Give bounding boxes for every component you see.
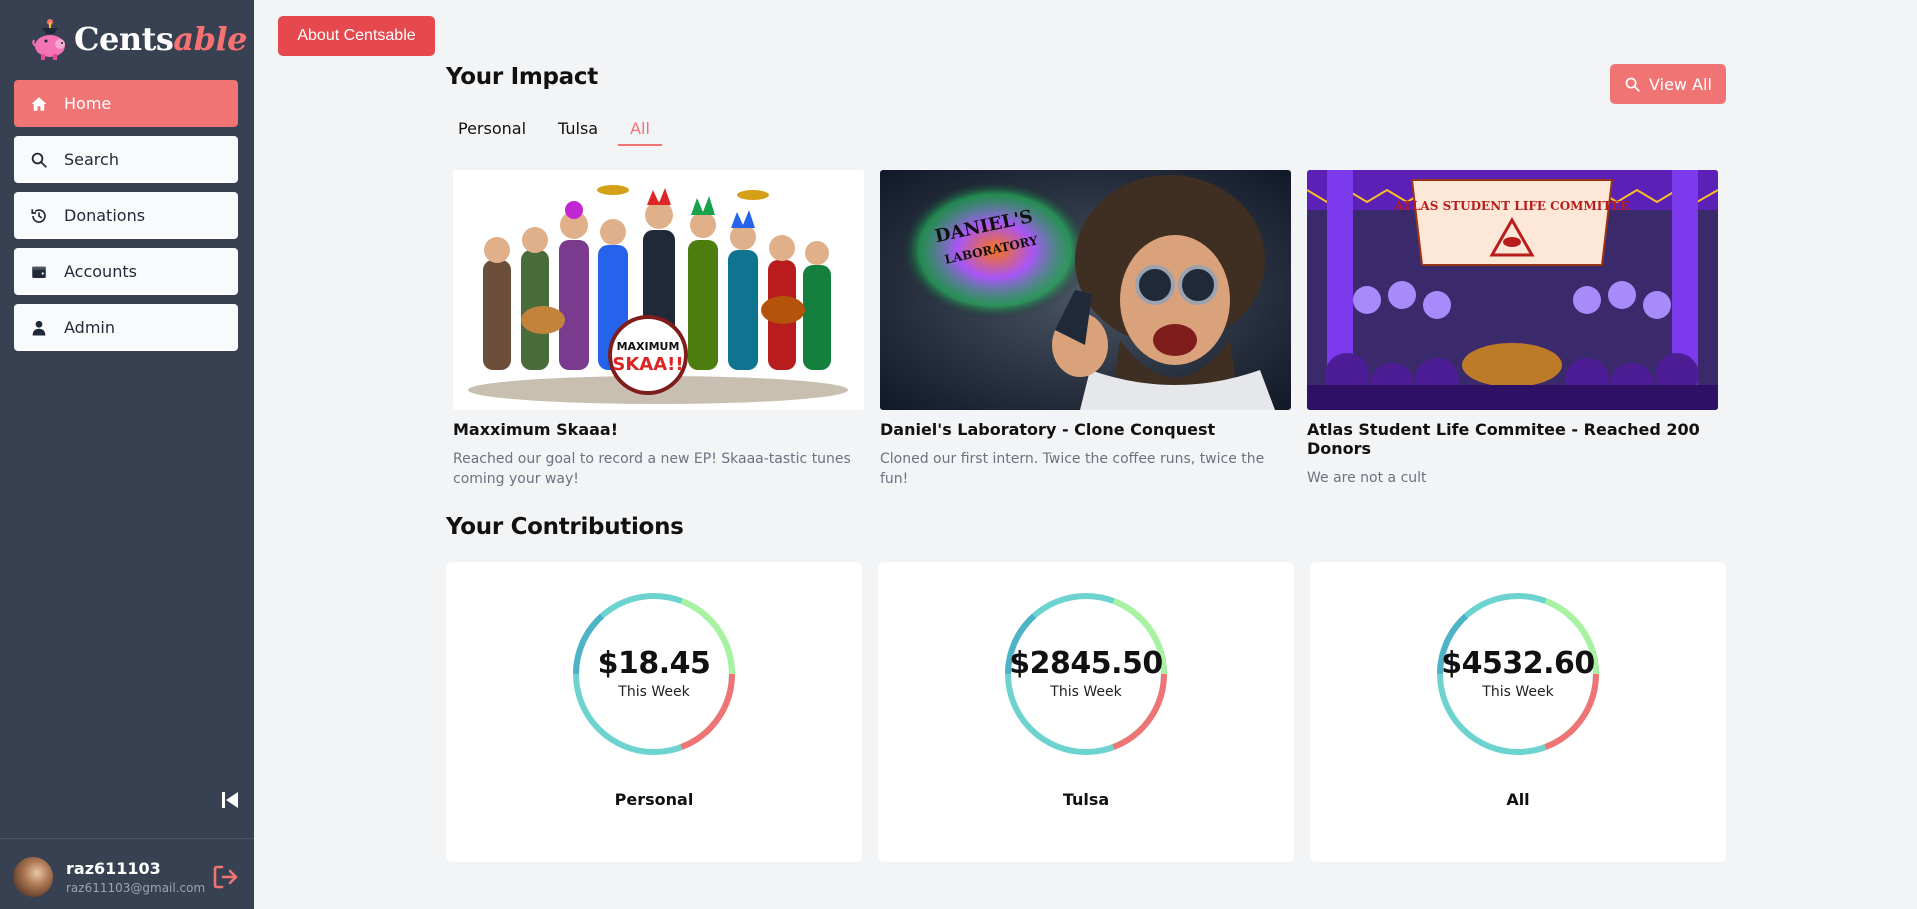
- app-name-part2: able: [173, 20, 248, 58]
- sidebar-item-donations[interactable]: Donations: [14, 192, 238, 239]
- app-logo[interactable]: Centsable: [28, 14, 248, 64]
- impact-card-title: Daniel's Laboratory - Clone Conquest: [880, 420, 1216, 439]
- user-email: raz611103@gmail.com: [66, 881, 206, 895]
- sidebar-item-label: Search: [64, 150, 119, 169]
- impact-card-title: Atlas Student Life Commitee - Reached 20…: [1307, 420, 1700, 458]
- home-icon: [28, 93, 50, 115]
- collapse-sidebar-button[interactable]: [218, 790, 242, 814]
- tab-personal[interactable]: Personal: [446, 116, 538, 146]
- contribution-card: $18.45 This Week Personal: [446, 562, 862, 862]
- contribution-amount: $18.45: [597, 646, 711, 681]
- view-all-button[interactable]: View All: [1610, 64, 1726, 104]
- user-profile: raz611103 raz611103@gmail.com: [0, 838, 254, 909]
- logout-icon: [212, 865, 240, 894]
- impact-title: Your Impact: [446, 64, 598, 90]
- sidebar-item-label: Donations: [64, 206, 146, 225]
- contribution-period: This Week: [1050, 684, 1122, 700]
- contribution-amount: $2845.50: [1009, 646, 1163, 681]
- image-caption: SKAA!!: [612, 354, 683, 375]
- sidebar-item-label: Accounts: [64, 262, 137, 281]
- user-icon: [28, 317, 50, 339]
- view-all-label: View All: [1649, 74, 1712, 94]
- sidebar-item-search[interactable]: Search: [14, 136, 238, 183]
- sidebar-item-label: Admin: [64, 318, 115, 337]
- impact-card[interactable]: DANIEL'S LABORATORY Daniel's Laboratory …: [880, 170, 1291, 489]
- tab-all[interactable]: All: [618, 116, 662, 146]
- contribution-card: $4532.60 This Week All: [1310, 562, 1726, 862]
- tab-tulsa[interactable]: Tulsa: [546, 116, 610, 146]
- impact-card-description: Reached our goal to record a new EP! Ska…: [453, 451, 851, 487]
- app-name: Centsable: [74, 20, 248, 58]
- impact-card[interactable]: MAXIMUM SKAA!! Maxximum Skaaa! Reached o…: [453, 170, 864, 489]
- contribution-card: $2845.50 This Week Tulsa: [878, 562, 1294, 862]
- impact-card-image: DANIEL'S LABORATORY: [880, 170, 1291, 410]
- skip-back-icon: [220, 790, 240, 814]
- impact-card-description: We are not a cult: [1307, 470, 1427, 486]
- impact-card-image: ATLAS STUDENT LIFE COMMITEE: [1307, 170, 1718, 410]
- sidebar-item-label: Home: [64, 94, 112, 113]
- impact-card-description: Cloned our first intern. Twice the coffe…: [880, 451, 1265, 487]
- contributions-title: Your Contributions: [446, 514, 684, 540]
- sidebar: Centsable Home Search Donations Accounts: [0, 0, 254, 909]
- image-caption: MAXIMUM: [617, 340, 680, 353]
- sidebar-item-home[interactable]: Home: [14, 80, 238, 127]
- search-icon: [1624, 76, 1641, 93]
- impact-tabs: Personal Tulsa All: [446, 116, 670, 148]
- contribution-period: This Week: [618, 684, 690, 700]
- impact-card-image: MAXIMUM SKAA!!: [453, 170, 864, 410]
- about-button[interactable]: About Centsable: [278, 16, 435, 56]
- avatar[interactable]: [13, 857, 53, 897]
- history-icon: [28, 205, 50, 227]
- wallet-icon: [28, 261, 50, 283]
- image-caption: ATLAS STUDENT LIFE COMMITEE: [1393, 199, 1629, 213]
- piggy-bank-icon: [28, 16, 72, 62]
- logout-button[interactable]: [212, 864, 240, 890]
- search-icon: [28, 149, 50, 171]
- user-name: raz611103: [66, 859, 161, 878]
- sidebar-item-accounts[interactable]: Accounts: [14, 248, 238, 295]
- contribution-label: All: [1506, 790, 1530, 809]
- impact-card-title: Maxximum Skaaa!: [453, 420, 618, 439]
- contribution-amount: $4532.60: [1441, 646, 1595, 681]
- impact-card[interactable]: ATLAS STUDENT LIFE COMMITEE Atlas Studen…: [1307, 170, 1718, 488]
- sidebar-item-admin[interactable]: Admin: [14, 304, 238, 351]
- contribution-label: Personal: [614, 790, 694, 809]
- contribution-label: Tulsa: [1062, 790, 1110, 809]
- contribution-period: This Week: [1482, 684, 1554, 700]
- app-name-part1: Cents: [74, 20, 174, 58]
- sidebar-nav: Home Search Donations Accounts Admin: [14, 80, 238, 360]
